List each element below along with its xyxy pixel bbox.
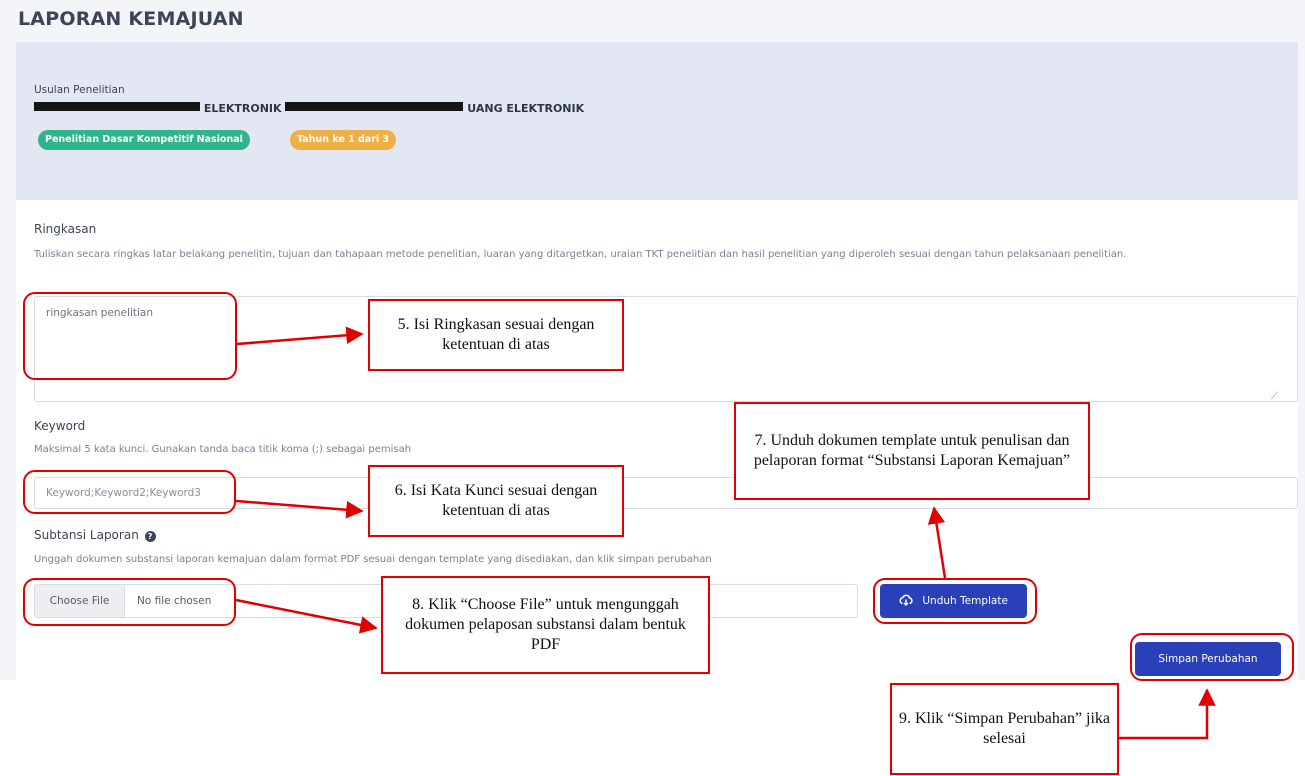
- proposal-header: Usulan Penelitian ELEKTRONIK UANG ELEKTR…: [16, 42, 1298, 200]
- substansi-description: Unggah dokumen substansi laporan kemajua…: [34, 554, 712, 565]
- annotation-step6: 6. Isi Kata Kunci sesuai dengan ketentua…: [368, 465, 624, 537]
- redacted-text: [285, 102, 464, 111]
- annotation-step7: 7. Unduh dokumen template untuk penulisa…: [734, 402, 1090, 500]
- highlight-choose-file: [23, 578, 236, 626]
- proposal-title: ELEKTRONIK UANG ELEKTRONIK: [34, 102, 584, 116]
- keyword-label: Keyword: [34, 419, 86, 433]
- highlight-unduh-template: [873, 578, 1037, 624]
- scheme-badge: Penelitian Dasar Kompetitif Nasional: [38, 130, 250, 150]
- ringkasan-description: Tuliskan secara ringkas latar belakang p…: [34, 249, 1127, 260]
- proposal-title-part: ELEKTRONIK: [203, 102, 282, 115]
- highlight-simpan: [1130, 633, 1294, 681]
- substansi-label: Subtansi Laporan ?: [34, 528, 156, 542]
- help-icon[interactable]: ?: [144, 531, 156, 542]
- proposal-title-part: UANG ELEKTRONIK: [467, 102, 585, 115]
- highlight-ringkasan: [23, 292, 237, 380]
- annotation-step5: 5. Isi Ringkasan sesuai dengan ketentuan…: [368, 299, 624, 371]
- highlight-keyword: [23, 470, 236, 514]
- redacted-text: [34, 102, 200, 111]
- resize-handle-icon[interactable]: ⟋: [1271, 391, 1278, 402]
- ringkasan-label: Ringkasan: [34, 222, 97, 236]
- keyword-description: Maksimal 5 kata kunci. Gunakan tanda bac…: [34, 444, 412, 455]
- substansi-label-text: Subtansi Laporan: [34, 528, 139, 542]
- arrow-step9: [1119, 688, 1216, 740]
- page-title: LAPORAN KEMAJUAN: [18, 8, 244, 30]
- annotation-step9: 9. Klik “Simpan Perubahan” jika selesai: [890, 683, 1119, 775]
- year-badge: Tahun ke 1 dari 3: [290, 130, 397, 150]
- proposal-label: Usulan Penelitian: [34, 84, 125, 96]
- annotation-step8: 8. Klik “Choose File” untuk mengunggah d…: [381, 576, 710, 674]
